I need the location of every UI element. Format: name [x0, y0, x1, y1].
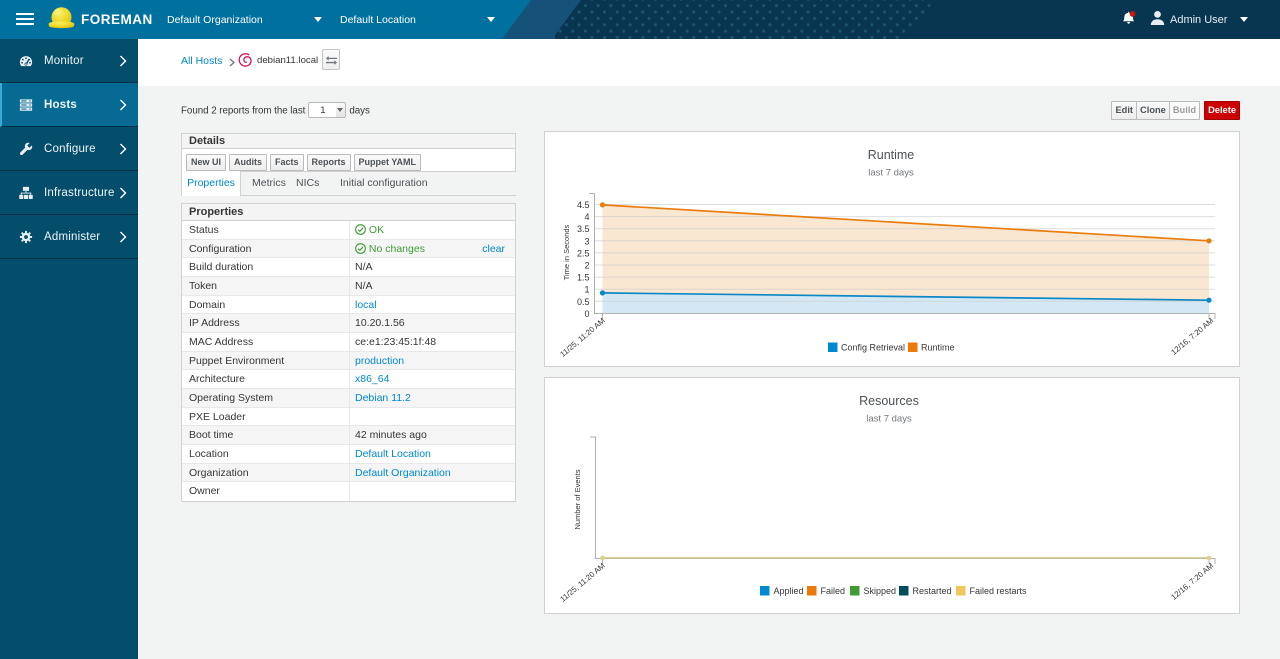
- svg-text:1: 1: [584, 284, 589, 294]
- svg-text:11/25, 11:20 AM: 11/25, 11:20 AM: [558, 561, 606, 604]
- svg-text:Failed restarts: Failed restarts: [970, 586, 1028, 596]
- svg-text:2: 2: [584, 260, 589, 270]
- svg-text:3: 3: [584, 236, 589, 246]
- svg-text:Failed: Failed: [821, 586, 846, 596]
- svg-text:Runtime: Runtime: [921, 342, 955, 352]
- svg-text:Config Retrieval: Config Retrieval: [841, 342, 905, 352]
- svg-text:Runtime: Runtime: [868, 148, 915, 162]
- svg-text:4.5: 4.5: [577, 200, 590, 210]
- svg-text:2.5: 2.5: [577, 248, 590, 258]
- svg-text:Skipped: Skipped: [864, 586, 897, 596]
- svg-text:12/16, 7:20 AM: 12/16, 7:20 AM: [1169, 561, 1215, 602]
- svg-text:11/25, 11:20 AM: 11/25, 11:20 AM: [558, 316, 606, 359]
- svg-text:0.5: 0.5: [577, 296, 590, 306]
- svg-text:Restarted: Restarted: [913, 586, 952, 596]
- svg-text:Time in Seconds: Time in Seconds: [562, 224, 571, 280]
- svg-text:4: 4: [584, 212, 589, 222]
- svg-text:Applied: Applied: [774, 586, 804, 596]
- svg-text:1.5: 1.5: [577, 272, 590, 282]
- svg-text:Number of Events: Number of Events: [573, 469, 582, 529]
- svg-text:3.5: 3.5: [577, 224, 590, 234]
- svg-text:12/16, 7:20 AM: 12/16, 7:20 AM: [1169, 316, 1215, 357]
- svg-text:last 7 days: last 7 days: [866, 414, 912, 425]
- svg-text:0: 0: [584, 309, 589, 319]
- svg-text:Resources: Resources: [859, 394, 919, 408]
- svg-text:last 7 days: last 7 days: [868, 167, 914, 178]
